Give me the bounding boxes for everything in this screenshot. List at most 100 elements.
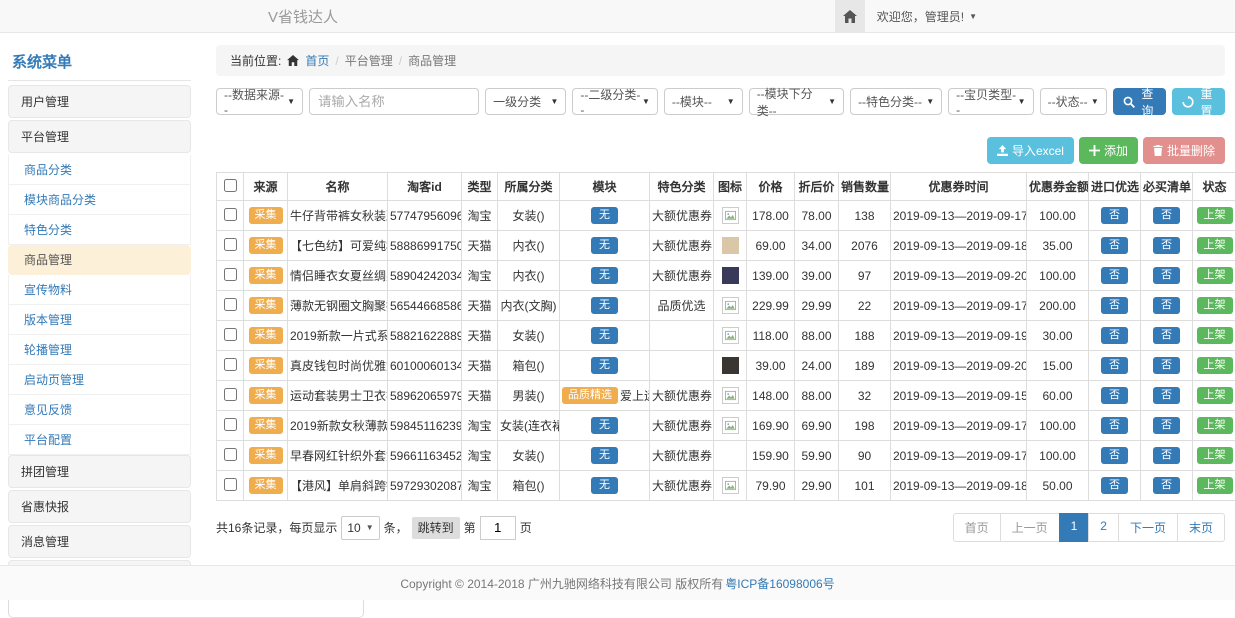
per-page-select[interactable]: 10 ▼ (341, 516, 379, 540)
jump-button[interactable]: 跳转到 (412, 517, 460, 539)
must-buy-toggle[interactable]: 否 (1153, 357, 1180, 374)
query-button[interactable]: 查询 (1113, 88, 1166, 115)
sidebar-item-模块商品分类[interactable]: 模块商品分类 (8, 185, 191, 215)
status-toggle[interactable]: 上架 (1197, 327, 1233, 344)
import-select-toggle[interactable]: 否 (1101, 267, 1128, 284)
must-buy-toggle[interactable]: 否 (1153, 477, 1180, 494)
row-checkbox[interactable] (224, 418, 237, 431)
sidebar-item-版本管理[interactable]: 版本管理 (8, 305, 191, 335)
page-number-input[interactable] (480, 516, 516, 540)
sidebar-item-平台管理[interactable]: 平台管理 (8, 120, 191, 153)
status-toggle[interactable]: 上架 (1197, 207, 1233, 224)
import-excel-button[interactable]: 导入excel (987, 137, 1074, 164)
row-checkbox[interactable] (224, 268, 237, 281)
row-checkbox[interactable] (224, 388, 237, 401)
status-toggle[interactable]: 上架 (1197, 417, 1233, 434)
import-select-toggle[interactable]: 否 (1101, 357, 1128, 374)
filter-select-一级分类[interactable]: 一级分类▼ (485, 88, 566, 115)
must-buy-toggle[interactable]: 否 (1153, 387, 1180, 404)
sidebar-item-商品管理[interactable]: 商品管理 (8, 245, 191, 275)
filter-select-模块[interactable]: --模块--▼ (664, 88, 743, 115)
status-toggle[interactable]: 上架 (1197, 237, 1233, 254)
sidebar-item-平台配置[interactable]: 平台配置 (8, 425, 191, 455)
sidebar-item-轮播管理[interactable]: 轮播管理 (8, 335, 191, 365)
coupon-time: 2019-09-13—2019-09-18 (891, 231, 1027, 261)
user-menu[interactable]: 欢迎您，管理员! ▼ (877, 8, 977, 25)
row-checkbox[interactable] (224, 298, 237, 311)
select-label: --数据来源-- (224, 86, 287, 117)
page-button-末页[interactable]: 末页 (1177, 513, 1225, 542)
sidebar-item-意见反馈[interactable]: 意见反馈 (8, 395, 191, 425)
name-search-input[interactable] (309, 88, 479, 115)
row-checkbox[interactable] (224, 208, 237, 221)
import-select-toggle[interactable]: 否 (1101, 327, 1128, 344)
sidebar-item-特色分类[interactable]: 特色分类 (8, 215, 191, 245)
import-select-toggle[interactable]: 否 (1101, 447, 1128, 464)
filter-select-宝贝类型[interactable]: --宝贝类型--▼ (948, 88, 1033, 115)
status-toggle[interactable]: 上架 (1197, 297, 1233, 314)
row-checkbox[interactable] (224, 478, 237, 491)
import-select-toggle[interactable]: 否 (1101, 477, 1128, 494)
table-row: 采集真皮钱包时尚优雅女士...601000601341天猫箱包()无39.002… (217, 351, 1235, 381)
page-button-1[interactable]: 1 (1059, 513, 1090, 542)
sidebar-item-商品分类[interactable]: 商品分类 (8, 155, 191, 185)
import-select-toggle[interactable]: 否 (1101, 387, 1128, 404)
import-select-toggle[interactable]: 否 (1101, 207, 1128, 224)
must-buy-toggle[interactable]: 否 (1153, 327, 1180, 344)
caret-down-icon: ▼ (727, 97, 735, 106)
filter-select-状态[interactable]: --状态--▼ (1040, 88, 1107, 115)
sidebar-item-消息管理[interactable]: 消息管理 (8, 525, 191, 558)
filter-select-数据来源[interactable]: --数据来源--▼ (216, 88, 303, 115)
coupon-amount: 15.00 (1027, 351, 1089, 381)
must-buy-toggle[interactable]: 否 (1153, 297, 1180, 314)
taoke-id: 598451162391 (388, 411, 462, 441)
batch-delete-button[interactable]: 批量删除 (1143, 137, 1225, 164)
coupon-amount: 50.00 (1027, 471, 1089, 501)
category: 内衣() (498, 261, 560, 291)
must-buy-toggle[interactable]: 否 (1153, 237, 1180, 254)
category: 内衣(文胸) (498, 291, 560, 321)
feature-category (650, 351, 714, 381)
sidebar-item-启动页管理[interactable]: 启动页管理 (8, 365, 191, 395)
must-buy-toggle[interactable]: 否 (1153, 447, 1180, 464)
row-checkbox[interactable] (224, 448, 237, 461)
filter-select-模块下分类[interactable]: --模块下分类--▼ (749, 88, 844, 115)
discount-price: 88.00 (795, 381, 839, 411)
status-toggle[interactable]: 上架 (1197, 267, 1233, 284)
discount-price: 24.00 (795, 351, 839, 381)
coupon-time: 2019-09-13—2019-09-19 (891, 321, 1027, 351)
status-toggle[interactable]: 上架 (1197, 447, 1233, 464)
product-image-icon (722, 477, 739, 494)
import-select-toggle[interactable]: 否 (1101, 417, 1128, 434)
filter-select-特色分类[interactable]: --特色分类--▼ (850, 88, 942, 115)
sidebar-item-省惠快报[interactable]: 省惠快报 (8, 490, 191, 523)
select-all-checkbox[interactable] (224, 179, 237, 192)
top-navbar: V省钱达人 欢迎您，管理员! ▼ (0, 0, 1235, 33)
caret-down-icon: ▼ (828, 97, 836, 106)
status-toggle[interactable]: 上架 (1197, 387, 1233, 404)
sidebar-item-用户管理[interactable]: 用户管理 (8, 85, 191, 118)
filter-select-二级分类[interactable]: --二级分类--▼ (572, 88, 657, 115)
status-toggle[interactable]: 上架 (1197, 477, 1233, 494)
must-buy-toggle[interactable]: 否 (1153, 417, 1180, 434)
must-buy-toggle[interactable]: 否 (1153, 207, 1180, 224)
icp-link[interactable]: 粤ICP备16098006号 (725, 575, 834, 592)
row-checkbox[interactable] (224, 358, 237, 371)
row-checkbox[interactable] (224, 328, 237, 341)
module-badge: 无 (591, 357, 618, 374)
page-button-下一页[interactable]: 下一页 (1118, 513, 1178, 542)
row-checkbox[interactable] (224, 238, 237, 251)
breadcrumb-home-link[interactable]: 首页 (305, 52, 329, 69)
discount-price: 39.00 (795, 261, 839, 291)
reset-button[interactable]: 重置 (1172, 88, 1225, 115)
sidebar-item-拼团管理[interactable]: 拼团管理 (8, 455, 191, 488)
import-select-toggle[interactable]: 否 (1101, 237, 1128, 254)
home-button[interactable] (835, 0, 865, 32)
page-button-2[interactable]: 2 (1088, 513, 1119, 542)
sidebar-item-宣传物料[interactable]: 宣传物料 (8, 275, 191, 305)
add-button[interactable]: 添加 (1079, 137, 1138, 164)
status-toggle[interactable]: 上架 (1197, 357, 1233, 374)
must-buy-toggle[interactable]: 否 (1153, 267, 1180, 284)
import-select-toggle[interactable]: 否 (1101, 297, 1128, 314)
icon-cell (714, 441, 747, 471)
